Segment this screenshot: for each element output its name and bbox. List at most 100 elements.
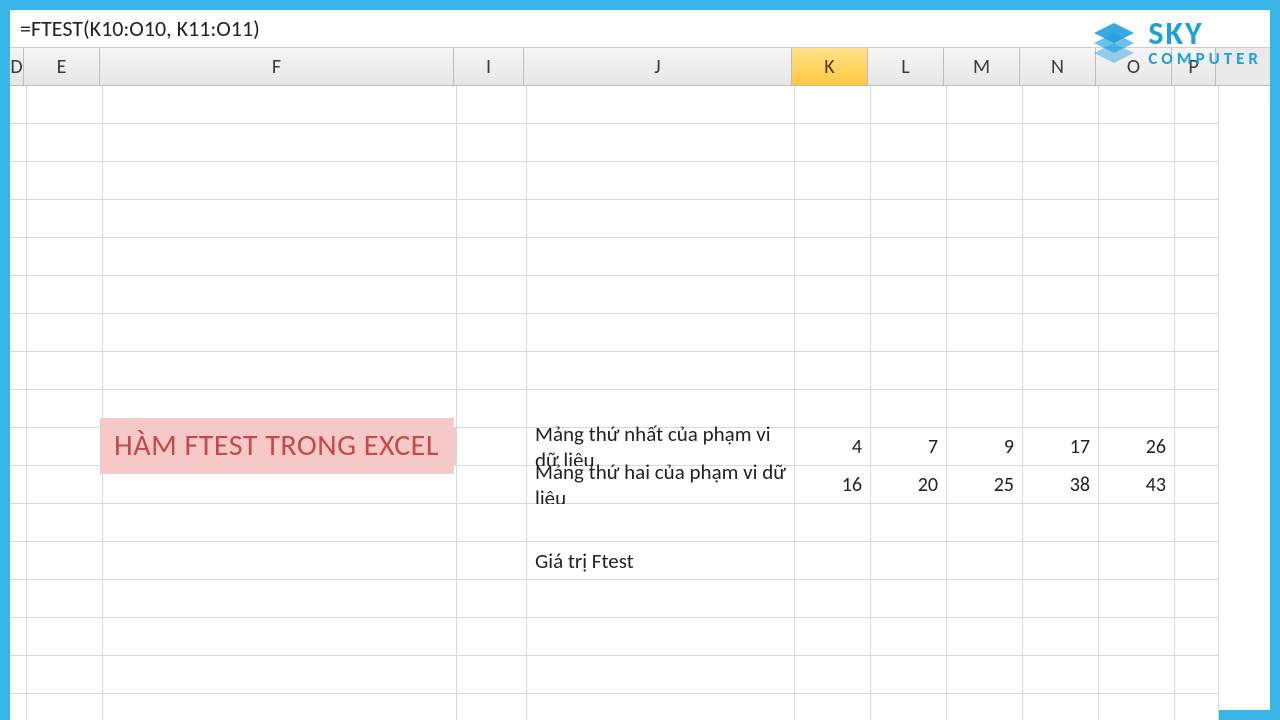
cell[interactable] [1023,352,1099,390]
cell[interactable] [795,314,871,352]
column-header-M[interactable]: M [944,48,1020,85]
cell[interactable] [103,238,457,276]
cell[interactable] [1099,656,1175,694]
cell[interactable] [1099,86,1175,124]
cell[interactable] [10,694,27,720]
cell[interactable] [10,504,27,542]
cell[interactable] [947,580,1023,618]
cell[interactable] [795,504,871,542]
cell[interactable] [795,390,871,428]
cell[interactable] [1175,466,1219,504]
cell[interactable] [457,428,527,466]
cell[interactable] [10,618,27,656]
cell[interactable] [103,352,457,390]
cell[interactable] [795,656,871,694]
cell[interactable] [1175,86,1219,124]
cell[interactable] [1099,542,1175,580]
cell[interactable] [947,162,1023,200]
cell[interactable] [27,618,103,656]
cell[interactable] [10,238,27,276]
cell[interactable] [457,542,527,580]
cell[interactable] [1023,124,1099,162]
cell[interactable] [103,124,457,162]
cell[interactable] [1023,238,1099,276]
cell[interactable] [1099,580,1175,618]
cell[interactable] [1099,162,1175,200]
cell[interactable] [457,162,527,200]
column-header-D[interactable]: D [10,48,24,85]
data-array1-3[interactable]: 17 [1023,428,1099,466]
cell[interactable] [1099,390,1175,428]
cell[interactable] [27,542,103,580]
cell[interactable] [795,162,871,200]
cell[interactable] [27,162,103,200]
cell[interactable] [103,618,457,656]
cell[interactable] [1023,200,1099,238]
column-header-E[interactable]: E [24,48,100,85]
cell[interactable] [795,694,871,720]
cell[interactable] [10,542,27,580]
cell[interactable] [795,238,871,276]
cell[interactable] [527,618,795,656]
cell[interactable] [1175,428,1219,466]
cell[interactable] [103,162,457,200]
cell[interactable] [871,694,947,720]
cell[interactable] [1023,504,1099,542]
cell[interactable] [457,86,527,124]
cell[interactable] [27,428,103,466]
cell[interactable] [457,124,527,162]
cell[interactable] [457,618,527,656]
formula-bar[interactable]: =FTEST(K10:O10, K11:O11) [10,10,1270,48]
cell[interactable] [947,390,1023,428]
cell[interactable] [457,694,527,720]
cell[interactable] [947,352,1023,390]
cell[interactable] [10,124,27,162]
cell[interactable] [1175,276,1219,314]
cell[interactable] [1175,580,1219,618]
cell[interactable] [1023,162,1099,200]
cell[interactable] [10,314,27,352]
cell[interactable] [871,656,947,694]
data-array2-2[interactable]: 25 [947,466,1023,504]
cell[interactable] [871,542,947,580]
cell[interactable] [795,352,871,390]
cell[interactable] [871,200,947,238]
cell[interactable] [1099,694,1175,720]
cell[interactable] [1175,124,1219,162]
data-array2-3[interactable]: 38 [1023,466,1099,504]
cell[interactable] [1023,314,1099,352]
cell[interactable] [527,656,795,694]
cell[interactable] [527,314,795,352]
cell[interactable] [871,86,947,124]
cell[interactable] [871,390,947,428]
data-array2-0[interactable]: 16 [795,466,871,504]
cell[interactable] [457,656,527,694]
data-array1-2[interactable]: 9 [947,428,1023,466]
data-array2-1[interactable]: 20 [871,466,947,504]
cell[interactable] [1099,352,1175,390]
cell[interactable] [947,124,1023,162]
cell[interactable] [795,542,871,580]
cell[interactable] [10,276,27,314]
cell[interactable] [10,390,27,428]
cell[interactable] [27,504,103,542]
spreadsheet-grid[interactable]: =FTEST(K10:O10, K11:O11) HÀM FTEST TRONG… [10,86,1270,710]
cell[interactable] [1023,390,1099,428]
cell[interactable] [871,352,947,390]
cell[interactable] [10,86,27,124]
cell[interactable] [947,86,1023,124]
cell[interactable] [871,580,947,618]
cell[interactable] [871,238,947,276]
cell[interactable] [27,390,103,428]
column-header-J[interactable]: J [524,48,792,85]
cell[interactable] [947,276,1023,314]
cell[interactable] [457,352,527,390]
cell[interactable] [795,200,871,238]
cell[interactable] [103,86,457,124]
column-header-F[interactable]: F [100,48,454,85]
cell[interactable] [1099,238,1175,276]
cell[interactable] [1023,580,1099,618]
cell[interactable] [10,352,27,390]
cell[interactable] [871,504,947,542]
column-header-N[interactable]: N [1020,48,1096,85]
